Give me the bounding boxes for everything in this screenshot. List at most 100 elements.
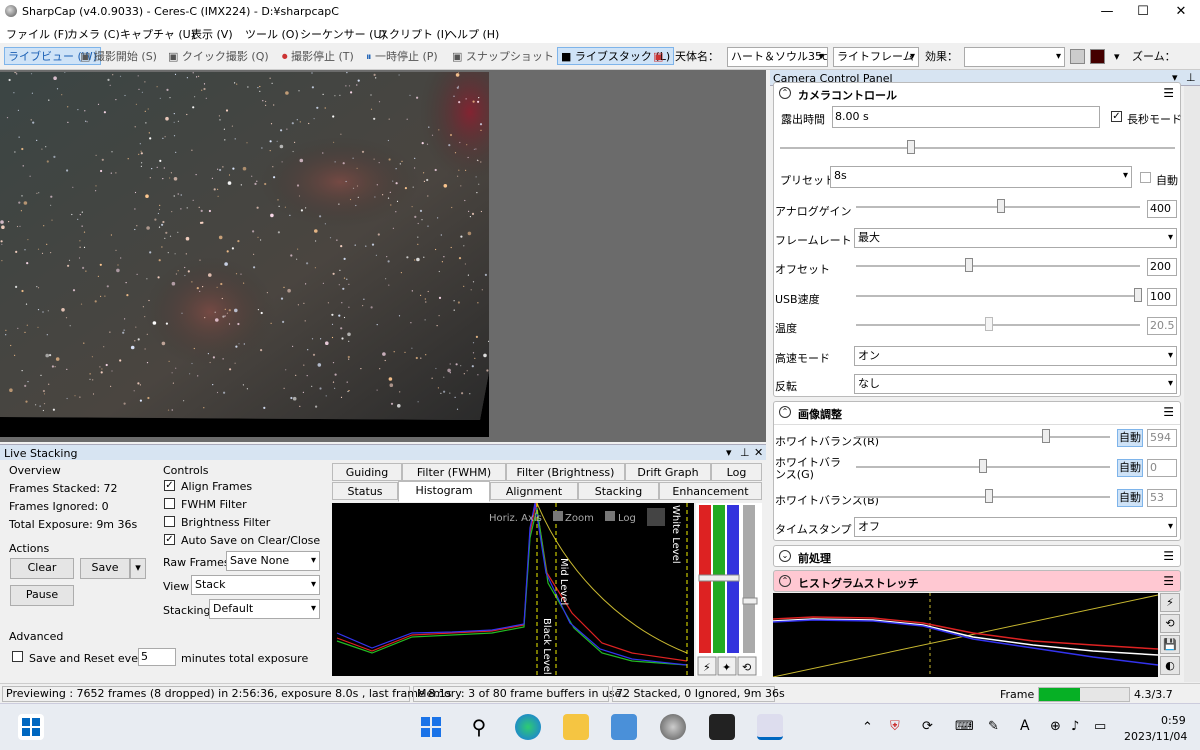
preset-auto-checkbox[interactable]: [1140, 172, 1151, 183]
wb-blue-auto-button[interactable]: 自動: [1117, 489, 1143, 507]
stacking-select[interactable]: Default: [209, 599, 320, 619]
crosshair-icon[interactable]: [1090, 49, 1105, 64]
save-button[interactable]: Save: [80, 558, 130, 579]
menu-view[interactable]: 表示 (V): [191, 26, 233, 42]
frame-type-select[interactable]: ライトフレーム: [833, 47, 919, 67]
expand-icon[interactable]: ⌄: [779, 550, 791, 562]
tab-filter-fwhm[interactable]: Filter (FWHM): [402, 463, 506, 481]
highspeed-select[interactable]: オン: [854, 346, 1177, 366]
volume-icon[interactable]: ♪: [1071, 719, 1079, 734]
wb-red-auto-button[interactable]: 自動: [1117, 429, 1143, 447]
pause-button[interactable]: ⏸ 一時停止 (P): [366, 48, 438, 66]
tab-guiding[interactable]: Guiding: [332, 463, 402, 481]
align-frames-checkbox[interactable]: ✓: [164, 480, 175, 491]
wb-blue-slider[interactable]: [856, 489, 1110, 503]
log-checkbox[interactable]: [605, 511, 615, 521]
ime-indicator[interactable]: A: [1020, 718, 1030, 734]
chevron-down-icon[interactable]: ▾: [1114, 48, 1120, 66]
pen-icon[interactable]: ✎: [988, 719, 999, 734]
windows-icon[interactable]: [418, 714, 444, 740]
fwhm-filter-checkbox[interactable]: [164, 498, 175, 509]
pin-icon[interactable]: ⊥: [740, 446, 750, 459]
target-select[interactable]: ハート＆ソウル35cc: [727, 47, 828, 67]
contrast-icon[interactable]: ◐: [1160, 656, 1180, 675]
start-capture-button[interactable]: ▣ 撮影開始 (S): [80, 48, 157, 66]
zoom-checkbox[interactable]: [553, 511, 563, 521]
preset-select[interactable]: 8s: [830, 166, 1132, 188]
long-mode-checkbox[interactable]: ✓: [1111, 111, 1122, 122]
offset-slider[interactable]: [856, 258, 1140, 272]
save-reset-checkbox[interactable]: [12, 651, 23, 662]
antivirus-icon[interactable]: ⛨: [890, 719, 900, 734]
gain-slider[interactable]: [856, 199, 1140, 213]
usb-speed-slider[interactable]: [856, 288, 1142, 302]
menu-tools[interactable]: ツール (O): [245, 26, 299, 42]
pixinsight-icon[interactable]: [709, 714, 735, 740]
wb-blue-value[interactable]: 53: [1147, 489, 1177, 507]
offset-value[interactable]: 200: [1147, 258, 1177, 276]
tab-drift-graph[interactable]: Drift Graph: [625, 463, 711, 481]
clock-time[interactable]: 0:59: [1161, 714, 1186, 727]
wb-green-slider[interactable]: [856, 459, 1110, 473]
stretch-histogram[interactable]: [773, 593, 1158, 677]
dropdown-icon[interactable]: ▾: [726, 446, 732, 459]
battery-icon[interactable]: ▭: [1094, 719, 1106, 734]
minutes-stepper[interactable]: 5: [138, 648, 176, 666]
record-icon[interactable]: ▣: [653, 48, 663, 66]
flip-select[interactable]: なし: [854, 374, 1177, 394]
framerate-select[interactable]: 最大: [854, 228, 1177, 248]
timestamp-select[interactable]: オフ: [854, 517, 1177, 537]
sharpcap-icon[interactable]: [660, 714, 686, 740]
wb-red-slider[interactable]: [856, 429, 1110, 443]
ccp-scrollbar[interactable]: [1184, 86, 1200, 682]
folder-icon[interactable]: [563, 714, 589, 740]
tab-filter-brightness[interactable]: Filter (Brightness): [506, 463, 625, 481]
menu-icon[interactable]: ☰: [1163, 86, 1174, 100]
wb-green-auto-button[interactable]: 自動: [1117, 459, 1143, 477]
start-icon[interactable]: [18, 714, 44, 740]
tab-log[interactable]: Log: [711, 463, 762, 481]
quick-capture-button[interactable]: ▣ クイック撮影 (Q): [168, 48, 269, 66]
collapse-icon[interactable]: ⌃: [779, 575, 791, 587]
minimize-button[interactable]: —: [1088, 0, 1126, 23]
menu-capture[interactable]: キャプチャ (U): [120, 26, 195, 42]
wb-red-value[interactable]: 594: [1147, 429, 1177, 447]
menu-file[interactable]: ファイル (F): [6, 26, 68, 42]
maximize-button[interactable]: ☐: [1124, 0, 1162, 23]
clear-button[interactable]: Clear: [10, 558, 74, 579]
menu-camera[interactable]: カメラ (C): [67, 26, 120, 42]
store-icon[interactable]: [611, 714, 637, 740]
collapse-icon[interactable]: ⌃: [779, 87, 791, 99]
auto-save-checkbox[interactable]: ✓: [164, 534, 175, 545]
clock-date[interactable]: 2023/11/04: [1124, 730, 1187, 743]
raw-frames-select[interactable]: Save None: [226, 551, 320, 571]
menu-icon[interactable]: ☰: [1163, 574, 1174, 588]
tab-stacking[interactable]: Stacking: [578, 482, 659, 500]
view-select[interactable]: Stack: [191, 575, 320, 595]
save-icon[interactable]: 💾: [1160, 635, 1180, 654]
brightness-filter-checkbox[interactable]: [164, 516, 175, 527]
edge-icon[interactable]: [515, 714, 541, 740]
rgb-level-sliders[interactable]: ⚡ ✦ ⟲: [696, 503, 762, 676]
stop-capture-button[interactable]: ⏺ 撮影停止 (T): [282, 48, 354, 66]
tab-alignment[interactable]: Alignment: [490, 482, 578, 500]
gain-value[interactable]: 400: [1147, 200, 1177, 218]
active-app-icon[interactable]: [757, 714, 783, 740]
pause-stack-button[interactable]: Pause: [10, 585, 74, 606]
network-icon[interactable]: ⊕: [1050, 719, 1061, 734]
close-panel-icon[interactable]: ✕: [754, 446, 763, 459]
snapshot-button[interactable]: ▣ スナップショット (A): [452, 48, 574, 66]
menu-icon[interactable]: ☰: [1163, 549, 1174, 563]
effect-select[interactable]: [964, 47, 1065, 67]
lightning-icon[interactable]: [647, 508, 665, 526]
color-icon[interactable]: [1070, 49, 1085, 64]
usb-speed-value[interactable]: 100: [1147, 288, 1177, 306]
wb-green-value[interactable]: 0: [1147, 459, 1177, 477]
exposure-input[interactable]: 8.00 s: [832, 106, 1100, 128]
collapse-icon[interactable]: ⌃: [779, 406, 791, 418]
lightning-icon[interactable]: ⚡: [1160, 593, 1180, 612]
chevron-up-icon[interactable]: ⌃: [862, 720, 873, 735]
menu-sequencer[interactable]: シーケンサー (U): [300, 26, 386, 42]
tab-histogram[interactable]: Histogram: [398, 481, 490, 502]
save-dropdown-icon[interactable]: ▾: [130, 558, 146, 579]
